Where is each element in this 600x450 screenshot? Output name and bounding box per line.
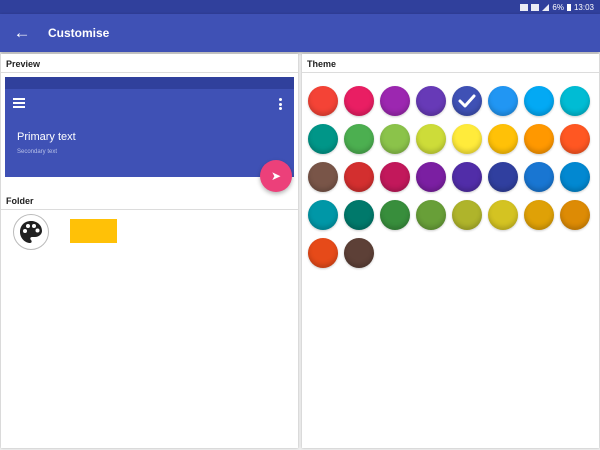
theme-color-swatch[interactable]	[488, 86, 518, 116]
page-title: Customise	[48, 26, 110, 40]
theme-color-swatch[interactable]	[452, 162, 482, 192]
theme-color-swatch[interactable]	[416, 162, 446, 192]
theme-color-swatch[interactable]	[380, 86, 410, 116]
battery-icon	[566, 3, 571, 11]
theme-color-swatch[interactable]	[344, 200, 374, 230]
theme-color-swatch[interactable]	[452, 200, 482, 230]
menu-icon	[13, 98, 25, 110]
theme-color-swatch[interactable]	[380, 200, 410, 230]
more-vert-icon	[279, 98, 282, 112]
send-icon: ➤	[270, 169, 282, 183]
theme-color-swatch[interactable]	[344, 86, 374, 116]
cast-icon	[520, 3, 529, 11]
theme-color-swatch[interactable]	[416, 86, 446, 116]
theme-color-swatch[interactable]	[560, 162, 590, 192]
arrow-back-icon[interactable]: ←	[2, 23, 42, 43]
theme-color-swatch[interactable]	[524, 162, 554, 192]
theme-color-swatch[interactable]	[308, 162, 338, 192]
theme-color-swatch[interactable]	[560, 200, 590, 230]
theme-color-swatch[interactable]	[524, 200, 554, 230]
theme-color-swatch[interactable]	[308, 124, 338, 154]
app-bar: ← Customise	[0, 14, 600, 52]
theme-color-swatch[interactable]	[308, 200, 338, 230]
theme-color-swatch[interactable]	[344, 162, 374, 192]
theme-color-swatch[interactable]	[488, 162, 518, 192]
theme-color-swatch[interactable]	[380, 162, 410, 192]
preview-toolbar: Primary text Secondary text	[5, 77, 294, 177]
theme-color-swatch[interactable]	[308, 238, 338, 268]
theme-color-swatch[interactable]	[488, 124, 518, 154]
folder-section-title: Folder	[1, 191, 298, 210]
theme-color-swatch[interactable]	[560, 86, 590, 116]
theme-section-title: Theme	[302, 54, 599, 73]
theme-color-swatch[interactable]	[560, 124, 590, 154]
theme-color-swatch[interactable]	[452, 124, 482, 154]
theme-panel: Theme	[302, 54, 599, 448]
theme-color-swatch[interactable]	[344, 238, 374, 268]
preview-secondary-text: Secondary text	[17, 149, 58, 155]
status-bar: 6% 13:03	[0, 0, 600, 14]
preview-primary-text: Primary text	[17, 131, 76, 143]
theme-color-swatch[interactable]	[452, 86, 482, 116]
clock: 13:03	[573, 2, 594, 12]
preview-status-bar	[5, 77, 294, 89]
theme-color-swatch[interactable]	[524, 124, 554, 154]
theme-color-swatch[interactable]	[488, 200, 518, 230]
theme-color-swatch[interactable]	[380, 124, 410, 154]
preview-section-title: Preview	[1, 54, 298, 73]
folder-icon-picker[interactable]	[13, 214, 49, 250]
theme-color-swatch[interactable]	[524, 86, 554, 116]
theme-color-swatch[interactable]	[308, 86, 338, 116]
theme-color-swatch[interactable]	[416, 200, 446, 230]
palette-icon	[20, 221, 42, 243]
check-icon	[458, 94, 476, 108]
battery-level: 6%	[552, 2, 564, 12]
wifi-icon	[531, 3, 540, 11]
preview-panel: Preview Primary text Secondary text Fold…	[1, 54, 298, 448]
theme-color-swatch[interactable]	[344, 124, 374, 154]
folder-color-swatch[interactable]	[70, 219, 117, 243]
theme-color-swatch[interactable]	[416, 124, 446, 154]
signal-icon	[542, 3, 550, 11]
preview-fab-button[interactable]: ➤	[260, 160, 292, 192]
